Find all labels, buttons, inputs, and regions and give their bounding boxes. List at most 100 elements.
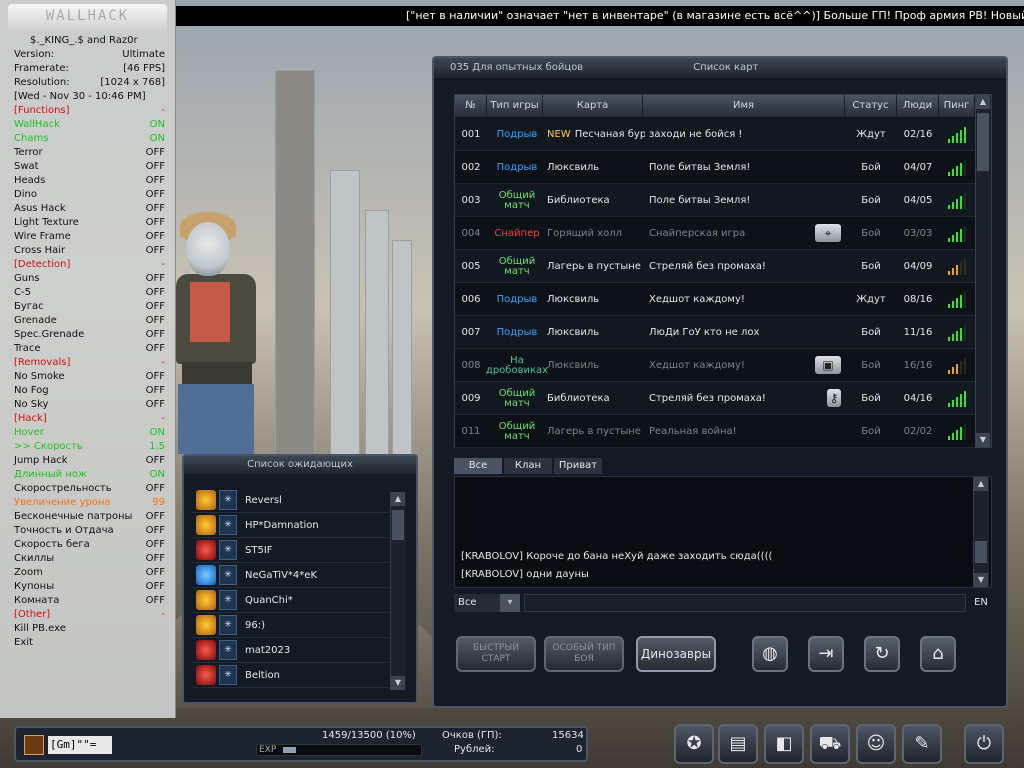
cheat-functions-option[interactable]: Swat OFF <box>0 160 175 174</box>
cheat-hack-option[interactable]: Увеличение урона 99 <box>0 496 175 510</box>
language-indicator[interactable]: EN <box>970 594 992 612</box>
scroll-up-icon[interactable]: ▲ <box>976 95 990 109</box>
room-row[interactable]: 002 Подрыв Люксвиль Поле битвы Земля! Бой 04/… <box>455 151 975 184</box>
cheat-functions-option[interactable]: Heads OFF <box>0 174 175 188</box>
globe-icon[interactable]: ◍ <box>752 636 788 672</box>
refresh-icon[interactable]: ↻ <box>864 636 900 672</box>
cheat-hack-option[interactable]: Скорость бега OFF <box>0 538 175 552</box>
room-row[interactable]: 011 Общий матч Лагерь в пустыне Реальная во… <box>455 415 975 448</box>
room-row[interactable]: 008 На дробовиках Люксвиль Хедшот каждому! Б… <box>455 349 975 382</box>
chat-channel-select[interactable]: Все ▾ <box>454 594 520 612</box>
clan-emblem-icon[interactable]: ✪ <box>674 724 714 764</box>
column-header[interactable]: Люди <box>897 95 939 117</box>
column-header[interactable]: Карта <box>543 95 643 117</box>
settings-wrench-icon[interactable]: ✎ <box>902 724 942 764</box>
scroll-down-icon[interactable]: ▼ <box>974 573 988 587</box>
power-icon[interactable]: ⏻ <box>964 724 1004 764</box>
room-row[interactable]: 007 Подрыв Люксвиль ЛюДи ГоУ кто не лох Бой 1… <box>455 316 975 349</box>
cheat-functions-option[interactable]: Cross Hair OFF <box>0 244 175 258</box>
player-status-bar: [Gm]""= 1459/13500 (10%) EXP Очков (ГП):… <box>14 726 588 762</box>
waiting-player-row[interactable]: ✳ Beltion <box>192 663 388 688</box>
cheat-hack-option[interactable]: Точность и Отдача OFF <box>0 524 175 538</box>
chat-scrollbar[interactable]: ▲ ▼ <box>973 477 989 587</box>
column-header[interactable]: Тип игры <box>487 95 543 117</box>
bag-icon[interactable]: ◧ <box>764 724 804 764</box>
room-row[interactable]: 005 Общий матч Лагерь в пустыне Стреляй без… <box>455 250 975 283</box>
cheat-hack-option[interactable]: Zoom OFF <box>0 566 175 580</box>
cheat-functions-option[interactable]: Light Texture OFF <box>0 216 175 230</box>
chevron-down-icon[interactable]: ▾ <box>500 594 520 612</box>
option-value: ON <box>149 119 165 130</box>
room-row[interactable]: 006 Подрыв Люксвиль Хедшот каждому! Ждут 08/1… <box>455 283 975 316</box>
cheat-functions-option[interactable]: Dino OFF <box>0 188 175 202</box>
cheat-removals-option[interactable]: No Fog OFF <box>0 384 175 398</box>
rank-icon <box>196 615 216 635</box>
room-row[interactable]: 003 Общий матч Библиотека Поле битвы Земля!… <box>455 184 975 217</box>
scroll-up-icon[interactable]: ▲ <box>391 492 405 506</box>
special-battle-button[interactable]: ОСОБЫЙ ТИП БОЯ <box>544 636 624 672</box>
cheat-functions-option[interactable]: Chams ON <box>0 132 175 146</box>
cheat-functions-option[interactable]: Wire Frame OFF <box>0 230 175 244</box>
cheat-other-option[interactable]: Kill PB.exe <box>0 622 175 636</box>
cheat-detection-option[interactable]: Grenade OFF <box>0 314 175 328</box>
cheat-removals-option[interactable]: No Smoke OFF <box>0 370 175 384</box>
waiting-scrollbar[interactable]: ▲ ▼ <box>390 492 406 690</box>
cheat-detection-option[interactable]: C-5 OFF <box>0 286 175 300</box>
waiting-player-row[interactable]: ✳ QuanChi* <box>192 588 388 613</box>
waiting-player-row[interactable]: ✳ NeGaTiV*4*eK <box>192 563 388 588</box>
room-row[interactable]: 009 Общий матч Библиотека Стреляй без прома… <box>455 382 975 415</box>
cheat-functions-option[interactable]: Asus Hack OFF <box>0 202 175 216</box>
cheat-hack-option[interactable]: Jump Hack OFF <box>0 454 175 468</box>
cheat-removals-header: [Removals] - <box>0 356 175 370</box>
room-people: 04/05 <box>903 195 933 206</box>
dinosaurs-button[interactable]: Динозавры <box>636 636 716 672</box>
cheat-detection-option[interactable]: Trace OFF <box>0 342 175 356</box>
waiting-player-row[interactable]: ✳ mat2023 <box>192 638 388 663</box>
cheat-info-key: Version: <box>14 49 55 60</box>
waiting-player-row[interactable]: ✳ HP*Damnation <box>192 513 388 538</box>
cheat-functions-option[interactable]: Terror OFF <box>0 146 175 160</box>
column-header[interactable]: Статус <box>845 95 897 117</box>
scroll-down-icon[interactable]: ▼ <box>976 433 990 447</box>
cheat-hack-option[interactable]: Длинный нож ON <box>0 468 175 482</box>
shop-cart-icon[interactable]: ⛟ <box>810 724 850 764</box>
cheat-removals-option[interactable]: No Sky OFF <box>0 398 175 412</box>
chat-tab[interactable]: Приват <box>554 458 602 474</box>
chat-tab[interactable]: Клан <box>504 458 552 474</box>
cheat-hack-option[interactable]: Hover ON <box>0 426 175 440</box>
cheat-functions-option[interactable]: WallHack ON <box>0 118 175 132</box>
cheat-hack-option[interactable]: Скиллы OFF <box>0 552 175 566</box>
home-icon[interactable]: ⌂ <box>920 636 956 672</box>
chat-tab[interactable]: Все <box>454 458 502 474</box>
quick-start-button[interactable]: БЫСТРЫЙ СТАРТ <box>456 636 536 672</box>
column-header[interactable]: № <box>455 95 487 117</box>
cheat-other-option[interactable]: Exit <box>0 636 175 650</box>
chat-input[interactable] <box>524 594 966 612</box>
room-row[interactable]: 004 Снайпер Горящий холл Снайперская игра Бо… <box>455 217 975 250</box>
waiting-player-row[interactable]: ✳ 96:) <box>192 613 388 638</box>
cheat-hack-option[interactable]: Бесконечные патроны OFF <box>0 510 175 524</box>
option-label: Chams <box>14 133 49 144</box>
waiting-player-row[interactable]: ✳ Reversl <box>192 488 388 513</box>
scroll-up-icon[interactable]: ▲ <box>974 477 988 491</box>
rank-icon <box>196 565 216 585</box>
cheat-detection-option[interactable]: Spec.Grenade OFF <box>0 328 175 342</box>
column-header[interactable]: Пинг <box>939 95 975 117</box>
room-row[interactable]: 001 Подрыв NEW Песчаная буря заходи не бойся… <box>455 118 975 151</box>
column-header[interactable]: Имя <box>643 95 845 117</box>
cheat-hack-option[interactable]: Купоны OFF <box>0 580 175 594</box>
room-scrollbar[interactable]: ▲ ▼ <box>975 95 991 447</box>
cheat-hack-option[interactable]: Скорострельность OFF <box>0 482 175 496</box>
map-name: Лагерь в пустыне <box>547 415 645 448</box>
option-label: Скорострельность <box>14 483 112 494</box>
cheat-detection-option[interactable]: Бугас OFF <box>0 300 175 314</box>
inventory-icon[interactable]: ▤ <box>718 724 758 764</box>
community-icon[interactable]: ☺ <box>856 724 896 764</box>
waiting-player-row[interactable]: ✳ ST5IF <box>192 538 388 563</box>
scroll-down-icon[interactable]: ▼ <box>391 676 405 690</box>
cheat-detection-option[interactable]: Guns OFF <box>0 272 175 286</box>
cheat-hack-option[interactable]: >> Скорость 1.5 <box>0 440 175 454</box>
cheat-hack-option[interactable]: Комната OFF <box>0 594 175 608</box>
exit-door-icon[interactable]: ⇥ <box>808 636 844 672</box>
game-mode: На дробовиках <box>485 354 549 376</box>
